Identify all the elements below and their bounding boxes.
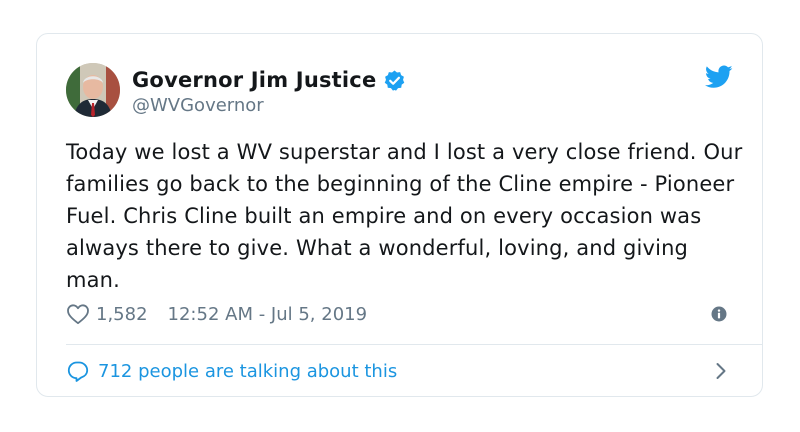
like-count[interactable]: 1,582 [96,304,148,325]
divider [66,344,762,345]
timestamp[interactable]: 12:52 AM - Jul 5, 2019 [168,304,368,325]
verified-badge-icon [383,69,406,92]
talking-link[interactable]: 712 people are talking about this [66,356,733,386]
chevron-right-icon[interactable] [715,362,727,380]
info-icon[interactable] [711,306,727,322]
author-block: Governor Jim Justice @WVGovernor [132,66,406,116]
tweet-card: Governor Jim Justice @WVGovernor Today w… [36,33,763,397]
avatar[interactable] [66,63,120,117]
heart-icon[interactable] [66,303,90,325]
display-name[interactable]: Governor Jim Justice [132,68,376,92]
tweet-text: Today we lost a WV superstar and I lost … [66,140,743,292]
tweet-meta: 1,582 12:52 AM - Jul 5, 2019 [66,300,733,328]
tweet-header: Governor Jim Justice @WVGovernor [66,63,733,121]
talking-label[interactable]: 712 people are talking about this [98,361,397,382]
twitter-bird-icon[interactable] [704,65,733,89]
speech-bubble-icon [66,360,90,382]
handle[interactable]: @WVGovernor [132,95,406,116]
